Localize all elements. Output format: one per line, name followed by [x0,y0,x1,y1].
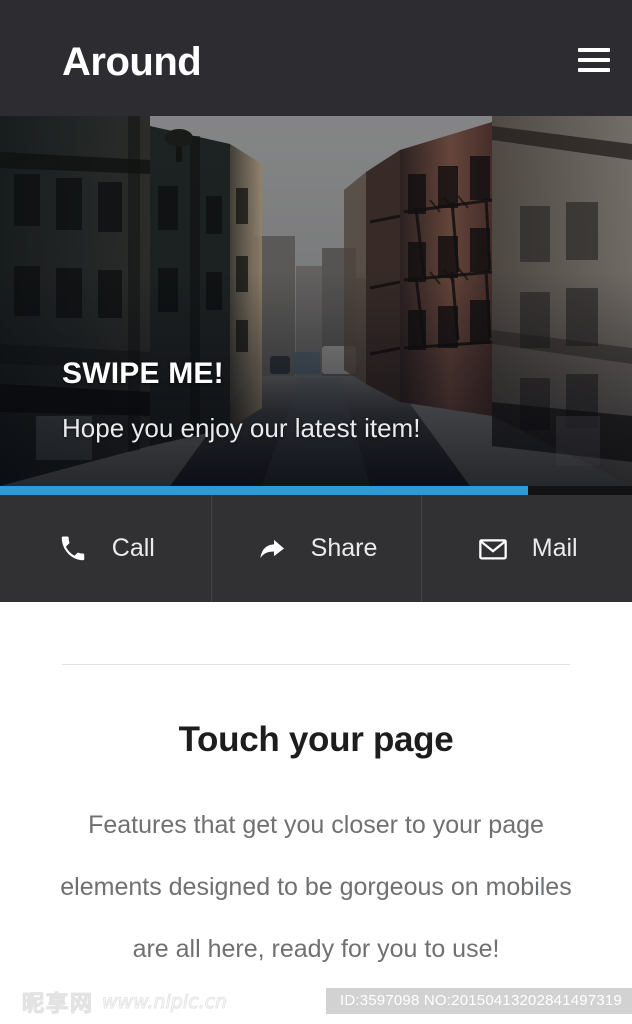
call-button-label: Call [111,534,155,562]
slider-progress-fill [0,486,528,495]
mail-button-label: Mail [531,534,578,562]
mail-button[interactable]: Mail [421,495,632,602]
action-bar: Call Share Mail [0,495,632,602]
app-brand-title: Around [62,40,202,84]
watermark-site-url: www.nipic.cn [102,991,228,1014]
hero-caption: SWIPE ME! Hope you enjoy our latest item… [62,357,582,444]
section-body-text: Features that get you closer to your pag… [60,811,572,963]
hero-subtitle: Hope you enjoy our latest item! [62,413,421,443]
section-divider [62,664,570,665]
app-header: Around [0,0,632,116]
watermark-id-text: ID:3597098 NO:20150413202841497319 [325,988,632,1014]
envelope-icon [476,532,510,566]
watermark-site-name: 昵享网 [21,992,95,1018]
hamburger-bar [578,48,610,52]
mobile-app-preview: Around SWIPE ME! Hope you enjoy our late… [0,0,632,1024]
hamburger-menu-icon[interactable] [578,46,610,74]
share-button[interactable]: Share [210,495,422,602]
call-button[interactable]: Call [0,495,211,602]
stock-photo-watermark: 昵享网 www.nipic.cn ID:3597098 NO:201504132… [0,976,632,1024]
hamburger-bar [578,58,610,62]
watermark-logo: 昵享网 www.nipic.cn [21,986,228,1018]
section-title: Touch your page [178,720,454,759]
hamburger-bar [578,68,610,72]
phone-icon [56,532,90,566]
hero-slider[interactable]: SWIPE ME! Hope you enjoy our latest item… [0,116,632,486]
share-arrow-icon [255,532,289,566]
content-section: Touch your page Features that get you cl… [0,602,632,1024]
slider-progress-track[interactable] [0,486,632,495]
share-button-label: Share [310,534,378,562]
hero-title: SWIPE ME! [62,357,224,390]
